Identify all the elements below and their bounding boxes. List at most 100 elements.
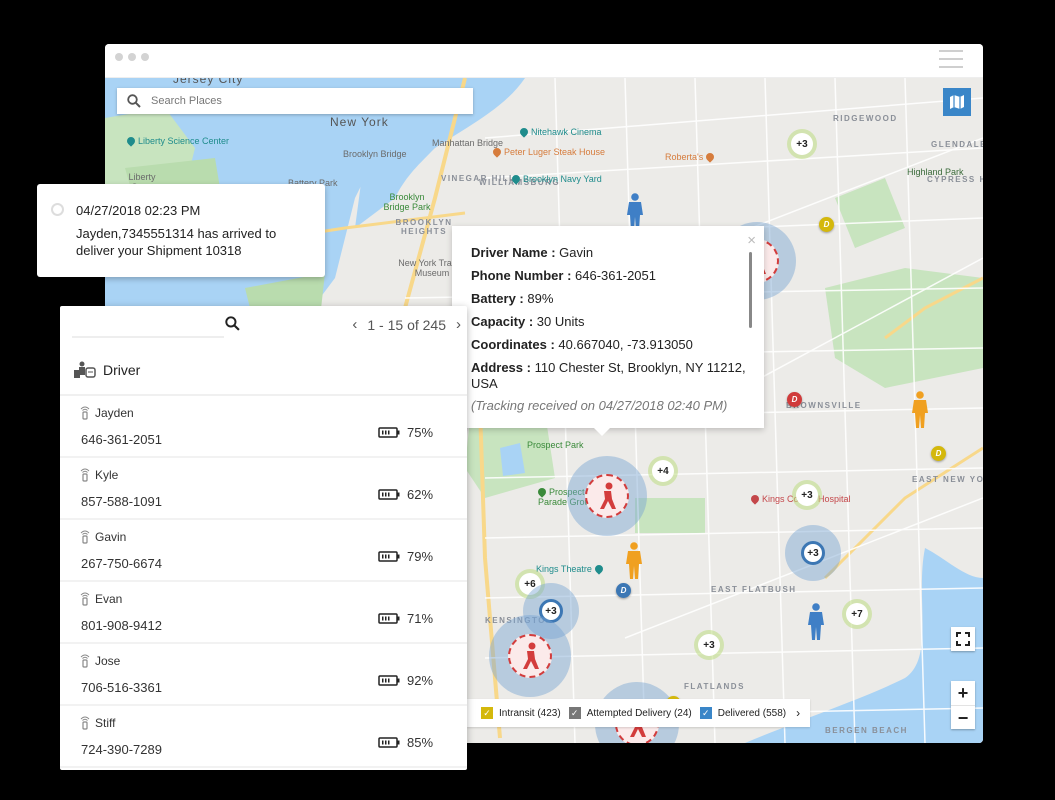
legend-intransit[interactable]: ✓ Intransit (423) (481, 707, 561, 719)
driver-search-input[interactable] (72, 312, 224, 338)
walking-person-icon (600, 482, 616, 509)
driver-name-text: Jose (95, 654, 121, 668)
walking-person-icon (523, 642, 539, 669)
window-dot[interactable] (128, 53, 136, 61)
driver-battery: 62% (378, 487, 433, 502)
poi-name: Liberty Science Center (138, 136, 230, 146)
chevron-left-icon[interactable]: ‹ (352, 316, 357, 333)
driver-name-text: Gavin (95, 530, 127, 544)
cluster-count: +4 (652, 460, 674, 482)
map-label: Brooklyn Bridge Park (383, 192, 431, 212)
driver-row[interactable]: Gavin 267-750-6674 79% (60, 520, 467, 582)
delivery-marker[interactable]: D (819, 217, 834, 232)
chevron-right-icon[interactable]: › (456, 316, 461, 333)
battery-icon (378, 427, 400, 438)
zoom-in-button[interactable]: + (951, 681, 975, 705)
delivery-marker[interactable]: D (931, 446, 946, 461)
battery-level: 75% (407, 425, 434, 440)
battery-icon (378, 489, 400, 500)
fullscreen-button[interactable] (951, 627, 975, 651)
popup-battery: Battery : 89% (471, 291, 554, 306)
map-label: BROOKLYN HEIGHTS (395, 218, 453, 236)
driver-name: Kyle (80, 468, 118, 482)
delivery-marker[interactable]: D (616, 583, 631, 598)
poi-pin-icon (749, 493, 761, 505)
marker-cluster[interactable]: +3 (787, 129, 817, 159)
zoom-out-button[interactable]: − (951, 705, 975, 729)
legend-delivered[interactable]: ✓ Delivered (558) (699, 707, 787, 719)
driver-name-text: Jayden (95, 406, 134, 420)
legend-label: Delivered (558) (717, 707, 787, 719)
cluster-count: +7 (846, 603, 868, 625)
map-label: Kings Theatre (536, 563, 606, 575)
driver-row[interactable]: Kyle 857-588-1091 62% (60, 458, 467, 520)
marker-cluster[interactable]: +3 (694, 630, 724, 660)
driver-row[interactable]: Jose 706-516-3361 92% (60, 644, 467, 706)
notification-radio[interactable] (51, 203, 64, 216)
window-dot[interactable] (141, 53, 149, 61)
checkbox-checked-icon[interactable]: ✓ (568, 707, 581, 719)
driver-battery: 71% (378, 611, 433, 626)
map-type-button[interactable] (943, 88, 971, 116)
battery-icon (378, 613, 400, 624)
map-label: Prospect Park (527, 440, 584, 450)
popup-driver-name: Driver Name : Gavin (471, 245, 594, 260)
poi-pin-icon (518, 126, 530, 138)
driver-phone: 646-361-2051 (81, 432, 162, 447)
person-marker-icon[interactable] (807, 603, 825, 641)
poi-pin-icon (125, 135, 137, 147)
map-label: EAST NEW YORK (912, 475, 983, 484)
driver-phone: 267-750-6674 (81, 556, 162, 571)
map-icon (950, 95, 964, 109)
driver-battery: 75% (378, 425, 433, 440)
driver-battery: 79% (378, 549, 433, 564)
map-label: Roberta's (665, 151, 717, 163)
panel-header: Driver (60, 346, 467, 396)
window-dot[interactable] (115, 53, 123, 61)
battery-level: 62% (407, 487, 434, 502)
driver-row[interactable]: Stiff 724-390-7289 85% (60, 706, 467, 768)
driver-name: Stiff (80, 716, 115, 730)
search-icon[interactable] (225, 316, 240, 331)
search-places-input[interactable] (151, 95, 451, 107)
hamburger-icon[interactable] (939, 50, 963, 68)
marker-cluster[interactable]: +7 (842, 599, 872, 629)
legend-label: Intransit (423) (499, 707, 561, 719)
driver-marker[interactable] (567, 456, 647, 536)
close-icon[interactable]: × (747, 232, 756, 249)
legend-attempted-delivery[interactable]: ✓ Attempted Delivery (24) (568, 707, 692, 719)
checkbox-checked-icon[interactable]: ✓ (699, 707, 712, 719)
person-marker-icon[interactable] (625, 542, 643, 580)
pagination: ‹ 1 - 15 of 245 › (352, 316, 461, 333)
marker-cluster[interactable]: +4 (648, 456, 678, 486)
popup-address: Address : 110 Chester St, Brooklyn, NY 1… (471, 360, 746, 391)
driver-row[interactable]: Jayden 646-361-2051 75% (60, 396, 467, 458)
map-label: Brooklyn Bridge (343, 149, 407, 159)
search-places-box[interactable] (117, 88, 473, 114)
battery-level: 92% (407, 673, 434, 688)
arrival-notification[interactable]: 04/27/2018 02:23 PM Jayden,7345551314 ha… (37, 184, 325, 277)
tracker-signal-icon (80, 716, 90, 730)
driver-row[interactable]: Evan 801-908-9412 71% (60, 582, 467, 644)
checkbox-checked-icon[interactable]: ✓ (481, 707, 493, 719)
driver-phone: 724-390-7289 (81, 742, 162, 757)
battery-icon (378, 551, 400, 562)
driver-name-text: Stiff (95, 716, 116, 730)
marker-cluster[interactable]: +3 (792, 480, 822, 510)
popup-capacity: Capacity : 30 Units (471, 314, 585, 329)
driver-vehicle-icon (74, 361, 96, 378)
battery-level: 79% (407, 549, 434, 564)
popup-scrollbar[interactable] (749, 252, 752, 328)
driver-marker[interactable] (489, 615, 571, 697)
marker-cluster[interactable]: +3 (785, 525, 841, 581)
tracker-signal-icon (80, 654, 90, 668)
person-marker-icon[interactable] (911, 391, 929, 429)
tracker-signal-icon (80, 592, 90, 606)
delivery-marker[interactable]: D (787, 392, 802, 407)
zoom-control: + − (951, 681, 975, 729)
chevron-right-icon[interactable]: › (796, 706, 800, 720)
poi-pin-icon (491, 146, 503, 158)
driver-battery: 85% (378, 735, 433, 750)
battery-icon (378, 675, 400, 686)
map-label: Nitehawk Cinema (518, 126, 602, 138)
